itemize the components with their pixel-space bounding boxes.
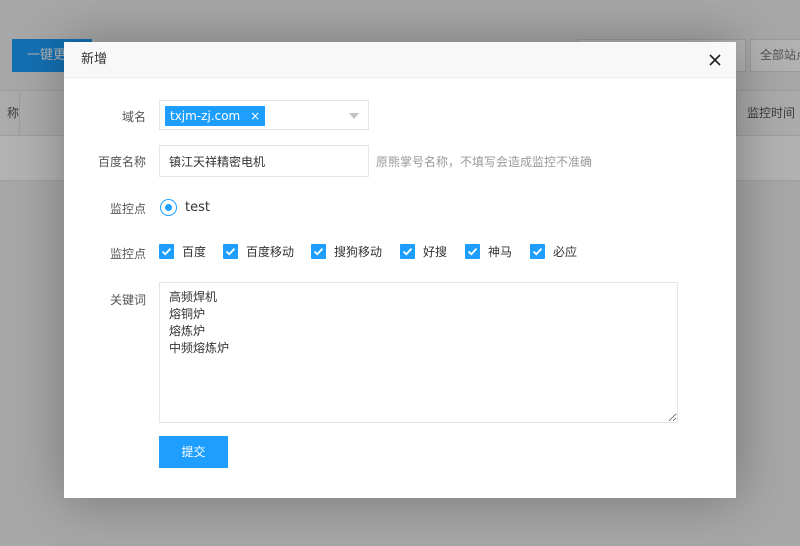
- checkbox-checked-icon[interactable]: [223, 244, 238, 259]
- keywords-textarea[interactable]: 高频焊机 熔铜炉 熔炼炉 中频熔炼炉: [159, 282, 678, 423]
- add-dialog: 新增 域名 txjm-zj.com × 百度名称 原熊掌号名称，不填写会造成监控…: [64, 42, 736, 498]
- submit-button[interactable]: 提交: [159, 436, 228, 468]
- checkbox-label: 好搜: [423, 245, 448, 259]
- monitor-node-label: 监控点: [109, 202, 146, 216]
- tag-close-icon[interactable]: ×: [250, 106, 260, 126]
- domain-tag-label: txjm-zj.com: [170, 109, 241, 123]
- baidu-name-label: 百度名称: [97, 155, 146, 169]
- dialog-header: 新增: [64, 42, 736, 78]
- checkbox-label: 搜狗移动: [334, 245, 383, 259]
- domain-select[interactable]: txjm-zj.com ×: [159, 100, 369, 130]
- checkbox-label: 百度: [182, 245, 207, 259]
- domain-label: 域名: [121, 110, 146, 124]
- radio-selected-icon[interactable]: [160, 199, 177, 216]
- checkbox-checked-icon[interactable]: [400, 244, 415, 259]
- checkbox-label: 百度移动: [246, 245, 295, 259]
- monitor-engines-label: 监控点: [109, 247, 146, 261]
- keywords-label: 关键词: [109, 293, 146, 307]
- radio-dot: [165, 204, 172, 211]
- checkbox-label: 必应: [553, 245, 578, 259]
- close-icon[interactable]: [708, 53, 722, 67]
- baidu-name-input[interactable]: [159, 145, 369, 177]
- checkbox-label: 神马: [488, 245, 513, 259]
- dialog-title: 新增: [81, 52, 108, 67]
- checkbox-checked-icon[interactable]: [311, 244, 326, 259]
- checkbox-checked-icon[interactable]: [530, 244, 545, 259]
- baidu-name-hint: 原熊掌号名称，不填写会造成监控不准确: [376, 155, 593, 169]
- domain-tag: txjm-zj.com ×: [165, 106, 266, 126]
- checkbox-checked-icon[interactable]: [159, 244, 174, 259]
- monitor-node-option-test[interactable]: test: [185, 199, 210, 216]
- chevron-down-icon[interactable]: [349, 113, 359, 119]
- checkbox-checked-icon[interactable]: [465, 244, 480, 259]
